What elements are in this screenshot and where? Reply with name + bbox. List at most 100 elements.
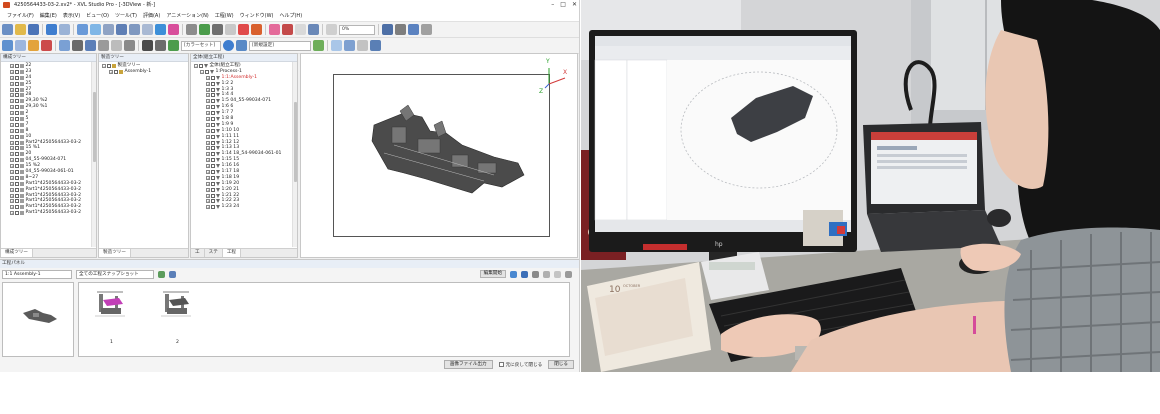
expand-icon[interactable]: + bbox=[10, 152, 14, 157]
visibility-checkbox[interactable] bbox=[15, 111, 19, 116]
expand-icon[interactable]: + bbox=[206, 152, 210, 157]
expand-icon[interactable]: + bbox=[206, 111, 210, 116]
visibility-checkbox[interactable] bbox=[211, 175, 215, 180]
visibility-checkbox[interactable] bbox=[211, 93, 215, 98]
expand-icon[interactable]: + bbox=[206, 164, 210, 169]
visibility-checkbox[interactable] bbox=[15, 69, 19, 74]
process-scrollbar[interactable] bbox=[292, 62, 297, 247]
snapshot-thumb-2[interactable] bbox=[159, 286, 195, 334]
tab-process-1[interactable]: ステ bbox=[205, 249, 223, 257]
visibility-checkbox[interactable] bbox=[199, 63, 203, 68]
close-button[interactable]: 閉じる bbox=[548, 360, 574, 369]
menu-item[interactable]: ウィンドウ(W) bbox=[237, 10, 277, 21]
tab-structure-tree[interactable]: 構成ツリー bbox=[1, 249, 33, 257]
expand-icon[interactable]: + bbox=[206, 87, 210, 92]
section-icon[interactable] bbox=[199, 24, 210, 35]
rotate-icon[interactable] bbox=[90, 24, 101, 35]
new-file-icon[interactable] bbox=[2, 24, 13, 35]
highlight-icon[interactable] bbox=[168, 24, 179, 35]
edge-icon[interactable] bbox=[124, 40, 135, 51]
text-icon[interactable] bbox=[554, 270, 561, 278]
opacity-icon[interactable] bbox=[326, 24, 337, 35]
view-icon[interactable] bbox=[77, 24, 88, 35]
expand-icon[interactable]: + bbox=[10, 181, 14, 186]
snapshot-delete-icon[interactable] bbox=[532, 270, 539, 278]
visibility-checkbox[interactable] bbox=[15, 175, 19, 180]
expand-icon[interactable]: + bbox=[206, 99, 210, 104]
minimize-icon[interactable]: – bbox=[551, 0, 554, 10]
expand-icon[interactable]: + bbox=[10, 164, 14, 169]
expand-icon[interactable]: + bbox=[206, 175, 210, 180]
select-icon[interactable] bbox=[155, 24, 166, 35]
clearance-icon[interactable] bbox=[212, 24, 223, 35]
expand-icon[interactable]: + bbox=[206, 181, 210, 186]
expand-icon[interactable]: + bbox=[10, 63, 14, 68]
visibility-checkbox[interactable] bbox=[211, 158, 215, 163]
visibility-checkbox[interactable] bbox=[211, 164, 215, 169]
expand-icon[interactable]: + bbox=[10, 193, 14, 198]
menu-item[interactable]: ツール(T) bbox=[112, 10, 140, 21]
expand-icon[interactable]: + bbox=[10, 69, 14, 74]
visibility-checkbox[interactable] bbox=[15, 205, 19, 210]
window-split-icon[interactable] bbox=[15, 40, 26, 51]
expand-icon[interactable]: + bbox=[10, 116, 14, 121]
visibility-checkbox[interactable] bbox=[15, 99, 19, 104]
menu-item[interactable]: 表示(V) bbox=[60, 10, 83, 21]
undo-icon[interactable] bbox=[46, 24, 57, 35]
expand-icon[interactable]: + bbox=[10, 205, 14, 210]
visibility-checkbox[interactable] bbox=[15, 93, 19, 98]
menu-item[interactable]: 編集(E) bbox=[37, 10, 60, 21]
visibility-checkbox[interactable] bbox=[15, 169, 19, 174]
wireframe-icon[interactable] bbox=[72, 40, 83, 51]
visibility-checkbox[interactable] bbox=[15, 81, 19, 86]
edit-start-button[interactable]: 編集開始 bbox=[479, 270, 506, 278]
visibility-checkbox[interactable] bbox=[15, 193, 19, 198]
structure-scrollbar[interactable] bbox=[91, 62, 96, 247]
visibility-checkbox[interactable] bbox=[15, 211, 19, 216]
expand-icon[interactable]: + bbox=[206, 140, 210, 145]
expand-icon[interactable]: + bbox=[10, 187, 14, 192]
expand-icon[interactable]: + bbox=[10, 81, 14, 86]
back-icon[interactable] bbox=[331, 40, 342, 51]
expand-icon[interactable]: + bbox=[206, 187, 210, 192]
tree-row[interactable]: + Assembly-1 bbox=[102, 69, 188, 75]
grid-view-icon[interactable] bbox=[158, 270, 165, 278]
layer-icon[interactable] bbox=[313, 40, 324, 51]
list-view-icon[interactable] bbox=[169, 270, 176, 278]
expand-icon[interactable]: + bbox=[10, 99, 14, 104]
expand-icon[interactable]: + bbox=[10, 169, 14, 174]
visibility-checkbox[interactable] bbox=[15, 146, 19, 151]
expand-icon[interactable]: + bbox=[206, 81, 210, 86]
visibility-checkbox[interactable] bbox=[211, 169, 215, 174]
snapshot-thumb-1[interactable] bbox=[93, 286, 129, 334]
render-icon[interactable] bbox=[142, 40, 153, 51]
visibility-checkbox[interactable] bbox=[211, 81, 215, 86]
move-icon[interactable] bbox=[395, 24, 406, 35]
visibility-checkbox[interactable] bbox=[15, 152, 19, 157]
expand-icon[interactable]: + bbox=[206, 75, 210, 80]
outline-icon[interactable] bbox=[155, 40, 166, 51]
visibility-checkbox[interactable] bbox=[211, 146, 215, 151]
collision-icon[interactable] bbox=[225, 24, 236, 35]
visibility-checkbox[interactable] bbox=[15, 116, 19, 121]
redo-icon[interactable] bbox=[59, 24, 70, 35]
visibility-checkbox[interactable] bbox=[205, 69, 209, 74]
visibility-checkbox[interactable] bbox=[15, 140, 19, 145]
visibility-checkbox[interactable] bbox=[15, 87, 19, 92]
setting-combo[interactable]: [新規設定] bbox=[249, 40, 311, 51]
expand-icon[interactable]: + bbox=[10, 93, 14, 98]
fit-icon[interactable] bbox=[129, 24, 140, 35]
rotate-part-icon[interactable] bbox=[408, 24, 419, 35]
expand-icon[interactable]: + bbox=[10, 211, 14, 216]
visibility-checkbox[interactable] bbox=[15, 134, 19, 139]
visibility-checkbox[interactable] bbox=[15, 187, 19, 192]
box-icon[interactable] bbox=[98, 40, 109, 51]
visibility-checkbox[interactable] bbox=[15, 122, 19, 127]
close-icon[interactable]: ✕ bbox=[572, 0, 577, 10]
layout-icon[interactable] bbox=[59, 40, 70, 51]
menu-item[interactable]: 評価(A) bbox=[140, 10, 163, 21]
expand-icon[interactable]: + bbox=[10, 175, 14, 180]
tab-manufacturing-tree[interactable]: 製造ツリー bbox=[99, 249, 131, 257]
tab-process-0[interactable]: 工 bbox=[191, 249, 205, 257]
maximize-icon[interactable]: □ bbox=[560, 0, 566, 10]
